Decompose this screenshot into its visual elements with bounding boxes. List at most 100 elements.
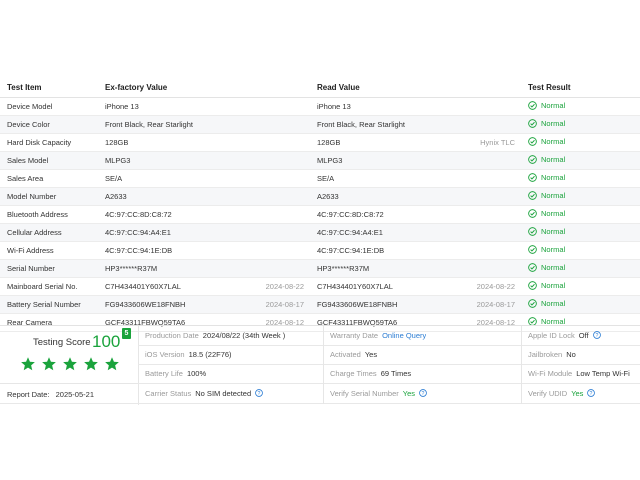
star-icon — [21, 357, 35, 371]
test-result: Normal — [521, 295, 640, 314]
result-text: Normal — [541, 173, 566, 182]
ex-factory-text: iPhone 13 — [105, 102, 139, 111]
test-result: Normal — [521, 223, 640, 242]
ios-version-cell: iOS Version 18.5 (22F76) — [145, 345, 232, 364]
ex-factory-value: C7H434401Y60X7LAL 2024-08-22 — [98, 277, 310, 296]
check-circle-icon — [528, 227, 537, 236]
test-item-name: Sales Area — [0, 169, 98, 188]
ex-factory-value: 4C:97:CC:94:A4:E1 — [98, 223, 310, 242]
ex-factory-value: SE/A — [98, 169, 310, 188]
read-text: iPhone 13 — [317, 102, 351, 111]
table-row: Sales Model MLPG3 MLPG3 Normal — [0, 151, 640, 170]
summary-divider — [138, 383, 640, 384]
read-text: Front Black, Rear Starlight — [317, 120, 405, 129]
info-icon[interactable]: ? — [255, 389, 263, 397]
read-value: MLPG3 — [310, 151, 521, 170]
column-header-test-item: Test Item — [0, 78, 98, 98]
test-table: Test Item Ex-factory Value Read Value Te… — [0, 78, 640, 332]
result-text: Normal — [541, 155, 566, 164]
ex-factory-text: 128GB — [105, 138, 129, 147]
verify-udid-value: Yes — [571, 389, 584, 398]
read-value: HP3******R37M — [310, 259, 521, 278]
result-text: Normal — [541, 299, 566, 308]
ex-factory-value: A2633 — [98, 187, 310, 206]
apple-id-lock-cell: Apple ID Lock Off? — [528, 326, 601, 345]
ex-factory-text: 4C:97:CC:8D:C8:72 — [105, 210, 172, 219]
report-date-label: Report Date: — [7, 390, 50, 399]
jailbroken-value: No — [566, 350, 576, 359]
ex-factory-text: 4C:97:CC:94:1E:DB — [105, 246, 173, 255]
test-item-name: Bluetooth Address — [0, 205, 98, 224]
ex-factory-value: 128GB — [98, 133, 310, 152]
summary-divider — [0, 403, 640, 404]
apple-id-lock-value: Off — [578, 331, 589, 340]
summary-panel: Testing Score 100 5 Report Date: 2025-05… — [0, 325, 640, 405]
ex-factory-value: iPhone 13 — [98, 97, 310, 116]
wifi-module-label: Wi-Fi Module — [528, 369, 573, 378]
table-row: Cellular Address 4C:97:CC:94:A4:E1 4C:97:C… — [0, 223, 640, 242]
activated-cell: Activated Yes — [330, 345, 377, 364]
result-text: Normal — [541, 281, 566, 290]
test-item-name: Model Number — [0, 187, 98, 206]
table-row: Hard Disk Capacity 128GB 128GB Hynix TLC Nor… — [0, 133, 640, 152]
test-item-name: Wi-Fi Address — [0, 241, 98, 260]
check-circle-icon — [528, 299, 537, 308]
read-value: Front Black, Rear Starlight — [310, 115, 521, 134]
check-circle-icon — [528, 263, 537, 272]
star-icon — [84, 357, 98, 371]
warranty-online-query-link[interactable]: Online Query — [382, 331, 426, 340]
verify-serial-value: Yes — [402, 389, 416, 398]
read-value: 4C:97:CC:94:A4:E1 — [310, 223, 521, 242]
svg-text:?: ? — [258, 391, 261, 397]
table-row: Mainboard Serial No. C7H434401Y60X7LAL 202… — [0, 277, 640, 296]
check-circle-icon — [528, 173, 537, 182]
test-result: Normal — [521, 97, 640, 116]
check-circle-icon — [528, 155, 537, 164]
read-text: 4C:97:CC:94:1E:DB — [317, 246, 385, 255]
ex-factory-value: 4C:97:CC:8D:C8:72 — [98, 205, 310, 224]
info-icon[interactable]: ? — [592, 331, 601, 339]
read-note: Hynix TLC — [480, 138, 515, 147]
test-rows: Device Model iPhone 13 iPhone 13 Normal Devi… — [0, 97, 640, 332]
read-value: iPhone 13 — [310, 97, 521, 116]
battery-life-label: Battery Life — [145, 369, 183, 378]
star-rating — [20, 356, 120, 372]
star-icon — [105, 357, 119, 371]
column-header-ex-factory-value: Ex-factory Value — [98, 78, 310, 98]
ex-factory-text: FG9433606WE18FNBH — [105, 300, 186, 309]
info-icon[interactable]: ? — [587, 389, 596, 397]
ex-factory-text: A2633 — [105, 192, 127, 201]
test-result: Normal — [521, 259, 640, 278]
carrier-status-value: No SIM detected — [195, 389, 252, 398]
read-value: SE/A — [310, 169, 521, 188]
jailbroken-label: Jailbroken — [528, 350, 563, 359]
test-result: Normal — [521, 277, 640, 296]
report-date: Report Date: 2025-05-21 — [0, 383, 139, 405]
summary-divider — [323, 326, 324, 404]
info-icon[interactable]: ? — [419, 389, 427, 397]
table-row: Device Model iPhone 13 iPhone 13 Normal — [0, 97, 640, 116]
test-result: Normal — [521, 205, 640, 224]
warranty-cell: Warranty Date Online Query — [330, 326, 426, 345]
test-item-name: Battery Serial Number — [0, 295, 98, 314]
test-result: Normal — [521, 115, 640, 134]
read-text: HP3******R37M — [317, 264, 370, 273]
wifi-module-value: Low Temp Wi-Fi — [576, 369, 630, 378]
warranty-date-label: Warranty Date — [330, 331, 379, 340]
testing-score-label: Testing Score — [33, 337, 91, 348]
ex-factory-value: 4C:97:CC:94:1E:DB — [98, 241, 310, 260]
check-circle-icon — [528, 101, 537, 110]
check-circle-icon — [528, 137, 537, 146]
test-item-name: Serial Number — [0, 259, 98, 278]
ex-factory-value: Front Black, Rear Starlight — [98, 115, 310, 134]
svg-text:?: ? — [422, 391, 425, 397]
activated-value: Yes — [364, 350, 378, 359]
charge-times-label: Charge Times — [330, 369, 377, 378]
battery-life-value: 100% — [186, 369, 207, 378]
check-circle-icon — [528, 281, 537, 290]
read-value: C7H434401Y60X7LAL 2024-08-22 — [310, 277, 521, 296]
read-text: 4C:97:CC:94:A4:E1 — [317, 228, 383, 237]
verify-udid-cell: Verify UDID Yes? — [528, 383, 596, 404]
table-header-row: Test Item Ex-factory Value Read Value Te… — [0, 78, 640, 98]
carrier-status-cell: Carrier Status No SIM detected? — [145, 383, 263, 404]
